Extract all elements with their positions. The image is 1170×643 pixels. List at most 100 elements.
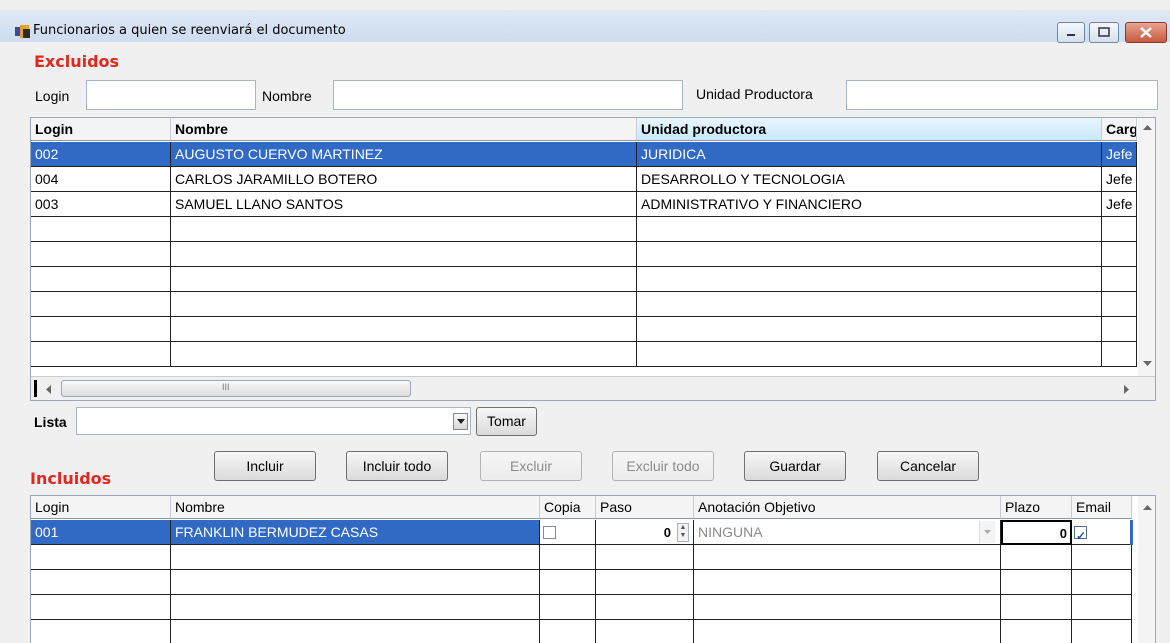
table-cell[interactable]: Jefe [1102,167,1137,192]
table-cell[interactable] [171,342,637,367]
table-cell[interactable] [171,242,637,267]
email-checkbox-icon[interactable]: ✓ [1074,526,1087,543]
scroll-left-icon[interactable] [45,385,51,394]
column-header[interactable]: Paso [596,496,694,519]
excluidos-vertical-scrollbar[interactable] [1138,118,1155,376]
scroll-down-icon[interactable] [1143,361,1152,367]
table-cell[interactable] [637,342,1102,367]
table-cell[interactable] [31,595,171,620]
lista-dropdown-button[interactable] [453,413,468,430]
table-cell[interactable]: JURIDICA [637,142,1102,167]
table-cell[interactable] [694,570,1001,595]
table-cell[interactable] [31,317,171,342]
table-cell[interactable] [1001,620,1072,643]
table-cell[interactable] [31,570,171,595]
table-cell[interactable] [1102,242,1137,267]
table-cell[interactable] [694,545,1001,570]
table-cell[interactable] [540,620,596,643]
table-cell[interactable]: ADMINISTRATIVO Y FINANCIERO [637,192,1102,217]
table-cell[interactable] [1102,317,1137,342]
table-cell[interactable]: 003 [31,192,171,217]
excluir-button[interactable]: Excluir [480,451,582,481]
paso-spinner-icon[interactable]: ▲ ▼ [677,523,689,542]
table-cell[interactable] [1001,595,1072,620]
unidad-filter-input[interactable] [846,80,1158,110]
maximize-button[interactable] [1089,22,1119,43]
table-cell[interactable] [1072,545,1132,570]
table-cell[interactable] [1102,267,1137,292]
table-cell[interactable] [31,620,171,643]
table-cell[interactable] [1072,570,1132,595]
table-cell[interactable]: Jefe [1102,192,1137,217]
incluidos-vertical-scrollbar[interactable] [1138,496,1155,643]
table-cell[interactable] [171,620,540,643]
copia-cell[interactable] [540,520,596,545]
table-cell[interactable] [1072,620,1132,643]
table-cell[interactable] [596,570,694,595]
table-cell[interactable] [540,595,596,620]
table-cell[interactable] [31,267,171,292]
table-cell[interactable] [1072,595,1132,620]
incluir-button[interactable]: Incluir [214,451,316,481]
table-cell[interactable] [637,267,1102,292]
table-cell[interactable] [31,242,171,267]
table-cell[interactable] [637,242,1102,267]
table-cell[interactable] [1102,292,1137,317]
column-header[interactable]: Nombre [171,496,540,519]
table-cell[interactable] [31,342,171,367]
table-cell[interactable]: Jefe [1102,142,1137,167]
table-cell[interactable] [637,217,1102,242]
table-cell[interactable]: AUGUSTO CUERVO MARTINEZ [171,142,637,167]
paso-cell[interactable]: 0 ▲ ▼ [596,520,694,545]
table-cell[interactable] [637,292,1102,317]
column-header[interactable]: Login [31,496,171,519]
scroll-up-icon[interactable] [1143,124,1152,130]
anotacion-cell[interactable]: NINGUNA [694,520,1001,545]
table-cell[interactable] [171,217,637,242]
table-cell[interactable] [694,595,1001,620]
table-cell[interactable] [1001,570,1072,595]
table-cell[interactable] [31,545,171,570]
table-cell[interactable] [171,570,540,595]
table-cell[interactable] [694,620,1001,643]
table-cell[interactable]: DESARROLLO Y TECNOLOGIA [637,167,1102,192]
scroll-up-icon[interactable] [1143,504,1152,510]
table-cell[interactable] [596,545,694,570]
column-header[interactable]: Email [1072,496,1132,519]
tomar-button[interactable]: Tomar [476,407,537,436]
column-header[interactable]: Login [31,118,171,141]
guardar-button[interactable]: Guardar [744,451,846,481]
excluidos-horizontal-scrollbar[interactable]: III [31,376,1155,400]
scroll-right-icon[interactable] [1124,385,1130,394]
table-cell[interactable]: 004 [31,167,171,192]
lista-combobox[interactable] [76,407,471,435]
column-header[interactable]: Plazo [1001,496,1072,519]
table-cell[interactable] [31,217,171,242]
incluir-todo-button[interactable]: Incluir todo [346,451,448,481]
table-cell[interactable] [540,570,596,595]
minimize-button[interactable] [1057,22,1085,43]
column-header[interactable]: Unidad productora [637,118,1102,141]
table-cell[interactable]: 002 [31,142,171,167]
table-cell[interactable] [596,620,694,643]
column-header[interactable]: Copia [540,496,596,519]
horizontal-scroll-thumb[interactable]: III [61,380,411,397]
excluir-todo-button[interactable]: Excluir todo [612,451,714,481]
table-cell[interactable]: SAMUEL LLANO SANTOS [171,192,637,217]
cancelar-button[interactable]: Cancelar [877,451,979,481]
anotacion-dropdown[interactable] [979,521,995,543]
plazo-cell[interactable]: 0 [1001,520,1072,545]
table-cell[interactable] [31,292,171,317]
table-cell[interactable] [637,317,1102,342]
nombre-filter-input[interactable] [333,80,683,110]
table-cell[interactable] [171,292,637,317]
table-cell[interactable] [171,545,540,570]
column-header[interactable]: Anotación Objetivo [694,496,1001,519]
table-cell[interactable] [1102,342,1137,367]
table-cell[interactable] [171,317,637,342]
column-header[interactable]: Carg [1102,118,1137,141]
login-filter-input[interactable] [86,80,256,110]
table-cell[interactable]: 001 [31,520,171,545]
column-header[interactable]: Nombre [171,118,637,141]
table-cell[interactable]: CARLOS JARAMILLO BOTERO [171,167,637,192]
